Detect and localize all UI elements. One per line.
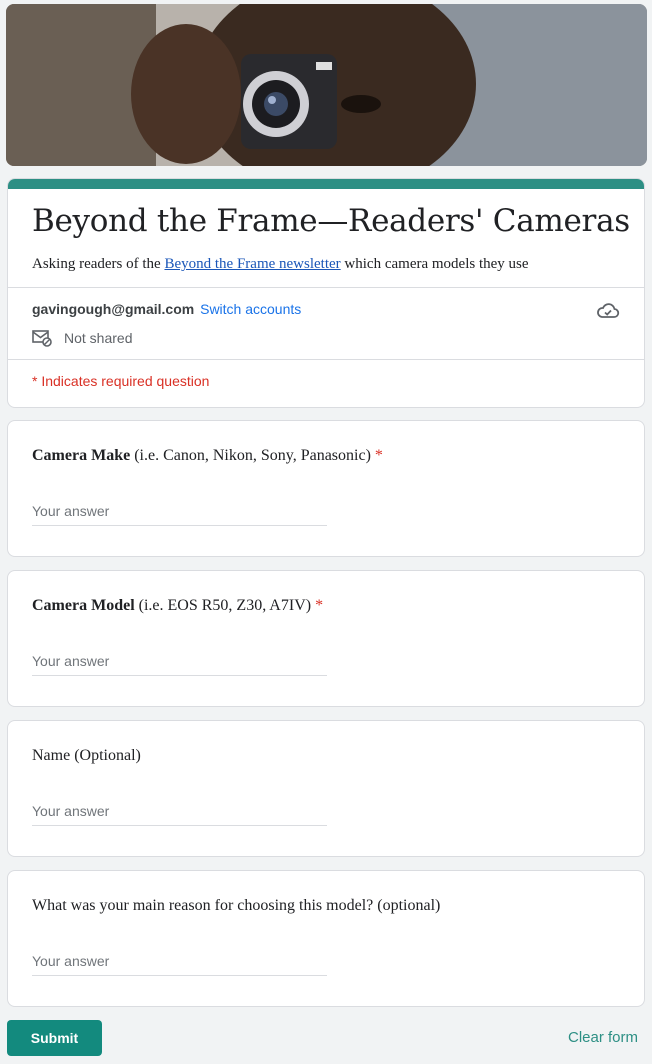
question-card-camera-model: Camera Model (i.e. EOS R50, Z30, A7IV) *	[7, 570, 645, 707]
question-hint: (i.e. EOS R50, Z30, A7IV)	[134, 597, 312, 614]
required-star: *	[374, 447, 383, 464]
shared-status-text: Not shared	[64, 330, 133, 346]
submit-button[interactable]: Submit	[7, 1020, 102, 1056]
name-input[interactable]	[32, 803, 327, 826]
question-title: Camera Make	[32, 447, 131, 464]
question-label: Name (Optional)	[32, 747, 141, 765]
form-title: Beyond the Frame—Readers' Cameras	[32, 203, 630, 239]
newsletter-link[interactable]: Beyond the Frame newsletter	[164, 256, 340, 272]
switch-accounts-link[interactable]: Switch accounts	[200, 301, 301, 317]
question-card-camera-make: Camera Make (i.e. Canon, Nikon, Sony, Pa…	[7, 420, 645, 557]
question-title: Camera Model	[32, 597, 135, 614]
clear-form-button[interactable]: Clear form	[568, 1029, 638, 1046]
question-title: Name (Optional)	[32, 747, 141, 764]
form-header-card: Beyond the Frame—Readers' Cameras Asking…	[7, 178, 645, 408]
question-title: What was your main reason for choosing t…	[32, 897, 441, 914]
account-line: gavingough@gmail.com Switch accounts	[32, 301, 301, 317]
required-star: *	[315, 597, 324, 614]
camera-make-input[interactable]	[32, 503, 327, 526]
question-label: Camera Make (i.e. Canon, Nikon, Sony, Pa…	[32, 447, 383, 465]
form-description: Asking readers of the Beyond the Frame n…	[32, 256, 529, 273]
question-card-name: Name (Optional)	[7, 720, 645, 857]
reason-input[interactable]	[32, 953, 327, 976]
divider	[8, 359, 644, 360]
description-prefix: Asking readers of the	[32, 256, 165, 272]
header-banner-image	[6, 4, 647, 166]
question-hint: (i.e. Canon, Nikon, Sony, Panasonic)	[130, 447, 371, 464]
question-label: What was your main reason for choosing t…	[32, 897, 440, 915]
sharing-status: Not shared	[32, 329, 132, 347]
cloud-check-icon[interactable]	[596, 301, 620, 326]
camera-model-input[interactable]	[32, 653, 327, 676]
question-card-reason: What was your main reason for choosing t…	[7, 870, 645, 1007]
question-label: Camera Model (i.e. EOS R50, Z30, A7IV) *	[32, 597, 323, 615]
description-suffix: which camera models they use	[340, 256, 529, 272]
accent-bar	[8, 179, 644, 189]
divider	[8, 287, 644, 288]
required-note: * Indicates required question	[32, 373, 210, 389]
account-email: gavingough@gmail.com	[32, 301, 195, 317]
mail-not-shared-icon	[32, 330, 52, 347]
